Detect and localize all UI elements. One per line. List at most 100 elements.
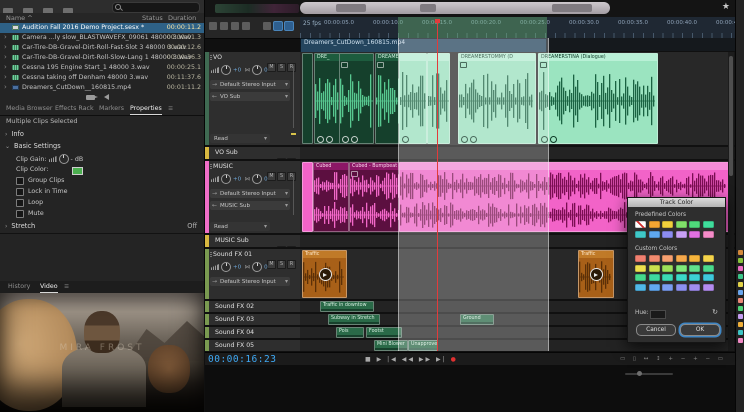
zoom-controls[interactable]: ▭ ▯ ↔ ↕ + − + − ▭ — [620, 356, 726, 362]
audio-preview-icon[interactable] — [104, 94, 109, 100]
audio-clip[interactable]: Subway in Stretch — [328, 314, 380, 325]
track-color-strip[interactable] — [205, 161, 209, 233]
mute-button[interactable]: M — [267, 260, 276, 269]
color-swatch[interactable] — [662, 265, 673, 272]
fader-thumb[interactable] — [291, 133, 296, 135]
mute-button[interactable]: M — [277, 246, 286, 247]
fade-handle[interactable] — [342, 136, 349, 143]
pan-knob[interactable] — [252, 262, 262, 272]
favorites-star-icon[interactable]: ★ — [722, 2, 730, 12]
output-selector[interactable]: ← MUSIC Sub ▾ — [210, 201, 290, 210]
clip-gain-knob[interactable] — [59, 154, 69, 164]
color-swatch[interactable] — [649, 265, 660, 272]
color-swatch[interactable] — [676, 255, 687, 262]
track-name[interactable]: Sound FX 02 — [215, 303, 254, 310]
panel-tab-color[interactable] — [738, 338, 743, 343]
track-header-fx2[interactable]: Sound FX 02 MSR — [205, 301, 301, 312]
color-swatch[interactable] — [662, 274, 673, 281]
track-header-music[interactable]: MUSIC MSR +0 ⋈0 → Default Stereo Input ▾… — [205, 161, 301, 233]
color-swatch[interactable] — [676, 284, 687, 291]
volume-knob[interactable] — [221, 174, 231, 184]
solo-button[interactable]: S — [277, 172, 286, 181]
rewind-button[interactable]: ◀◀ — [402, 356, 415, 363]
color-swatch[interactable] — [689, 265, 700, 272]
gain-handle[interactable] — [550, 136, 557, 143]
color-swatch[interactable] — [649, 284, 660, 291]
navigator-range-bar[interactable] — [300, 2, 610, 14]
expander-icon[interactable]: › — [4, 63, 7, 71]
column-name[interactable]: Name ^ — [6, 14, 33, 22]
mute-button[interactable]: M — [267, 63, 276, 72]
panel-tab-color[interactable] — [738, 274, 743, 279]
track-name[interactable]: VO — [213, 54, 222, 61]
panel-tab-color[interactable] — [738, 282, 743, 287]
expander-icon[interactable]: › — [4, 53, 7, 61]
audio-clip[interactable]: Cubed - Bumpbeat - v3 Low (Rem) — [349, 162, 401, 232]
color-swatch[interactable] — [689, 231, 700, 238]
audio-clip[interactable]: DREAMERSTINA (Dialogue) — [538, 53, 658, 144]
arm-record-button[interactable]: R — [287, 172, 296, 181]
move-tool-icon[interactable] — [209, 22, 217, 30]
audio-clip[interactable] — [339, 53, 374, 144]
panel-tab-color[interactable] — [738, 330, 743, 335]
color-swatch[interactable] — [649, 221, 660, 228]
track-color-strip[interactable] — [205, 314, 209, 325]
track-name[interactable]: Sound FX 01 — [213, 251, 252, 258]
panel-tab-color[interactable] — [738, 258, 743, 263]
loop-checkbox[interactable] — [16, 199, 24, 207]
track-header-vo-sub[interactable]: VO Sub MS — [205, 147, 301, 159]
track-name[interactable]: MUSIC Sub — [215, 237, 249, 244]
solo-button[interactable]: S — [287, 158, 296, 159]
tab-markers[interactable]: Markers — [99, 105, 124, 112]
color-swatch[interactable] — [635, 265, 646, 272]
output-selector[interactable]: ← VO Sub ▾ — [210, 92, 290, 101]
muted-clip-icon[interactable] — [590, 268, 603, 281]
clip-fx-badge[interactable] — [341, 62, 348, 68]
playhead[interactable] — [437, 19, 438, 351]
stop-button[interactable]: ■ — [365, 356, 373, 363]
tab-history[interactable]: History — [8, 283, 30, 290]
mute-button[interactable]: M — [267, 172, 276, 181]
track-header-fx5[interactable]: Sound FX 05 MSR — [205, 340, 301, 351]
file-row[interactable]: › Cessna 195 Engine Start_1 48000 3.wav … — [0, 63, 204, 73]
track-header-fx3[interactable]: Sound FX 03 MSR — [205, 314, 301, 325]
mute-checkbox[interactable] — [16, 210, 24, 218]
panel-menu-icon[interactable]: ≡ — [64, 283, 69, 290]
expander-icon[interactable]: › — [4, 73, 7, 81]
file-row[interactable]: › Car-Tire-DB-Gravel-Dirt-Roll-Fast-Slot… — [0, 43, 204, 53]
color-swatch[interactable] — [649, 231, 660, 238]
vertical-scrollbar[interactable] — [728, 52, 734, 351]
expander-icon[interactable]: › — [4, 33, 7, 41]
color-swatch[interactable] — [649, 255, 660, 262]
fade-handle[interactable] — [317, 136, 324, 143]
file-row[interactable]: › Dreamers_CutDown__160815.mp4 00:01:11.… — [0, 83, 204, 93]
skip-forward-button[interactable]: ▶| — [436, 356, 447, 363]
clip-fx-badge[interactable] — [377, 62, 384, 68]
track-name[interactable]: Sound FX 03 — [215, 316, 254, 323]
razor-tool-icon[interactable] — [220, 22, 228, 30]
automation-mode-select[interactable]: Read ▾ — [210, 222, 270, 231]
video-preview-icon[interactable] — [86, 95, 95, 100]
tab-effects-rack[interactable]: Effects Rack — [55, 105, 94, 112]
expander-icon[interactable]: › — [4, 43, 7, 51]
fast-forward-button[interactable]: ▶▶ — [419, 356, 432, 363]
audio-clip[interactable]: Traffic — [302, 250, 347, 298]
tab-properties[interactable]: Properties — [130, 105, 162, 115]
solo-button[interactable]: S — [287, 246, 296, 247]
color-swatch[interactable] — [676, 221, 687, 228]
track-header-music-sub[interactable]: MUSIC Sub MS — [205, 235, 301, 247]
input-selector[interactable]: → Default Stereo Input ▾ — [210, 80, 290, 89]
lock-in-time-checkbox[interactable] — [16, 188, 24, 196]
record-button[interactable]: ● — [451, 356, 458, 363]
zoom-navigator[interactable]: ★ — [205, 0, 744, 18]
section-basic-settings[interactable]: ⌄Basic Settings — [5, 142, 61, 150]
color-swatch[interactable] — [689, 221, 700, 228]
color-swatch[interactable] — [676, 265, 687, 272]
solo-button[interactable]: S — [277, 260, 286, 269]
slip-tool-icon[interactable] — [231, 22, 239, 30]
track-name[interactable]: Sound FX 04 — [215, 329, 254, 336]
color-swatch[interactable] — [635, 255, 646, 262]
volume-knob[interactable] — [221, 262, 231, 272]
color-swatch[interactable] — [689, 284, 700, 291]
input-selector[interactable]: → Default Stereo Input ▾ — [210, 189, 290, 198]
